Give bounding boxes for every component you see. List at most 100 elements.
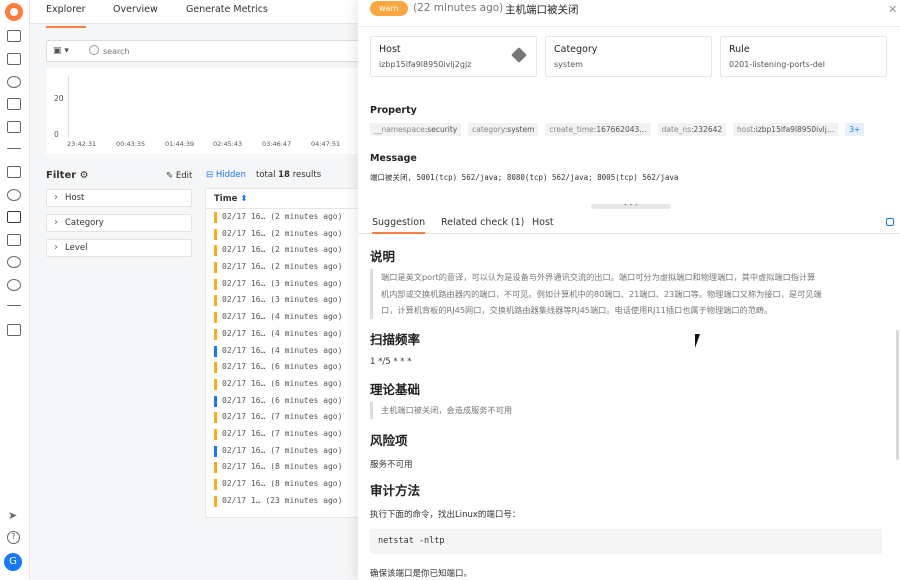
table-row[interactable]: 02/17 16… (4 minutes ago) — [206, 343, 360, 360]
table-row[interactable]: 02/17 16… (7 minutes ago) — [206, 426, 360, 443]
row-time-ago: (8 minutes ago) — [270, 479, 343, 488]
table-row[interactable]: 02/17 16… (3 minutes ago) — [206, 276, 360, 293]
security-shield-icon[interactable] — [7, 211, 21, 223]
heading-audit: 审计方法 — [370, 483, 421, 498]
list-icon[interactable] — [7, 148, 21, 149]
level-indicator — [214, 312, 217, 324]
log-search-icon[interactable] — [7, 121, 21, 133]
close-icon[interactable]: ✕ — [888, 3, 897, 16]
table-row[interactable]: 02/17 16… (2 minutes ago) — [206, 226, 360, 243]
table-row[interactable]: 02/17 16… (6 minutes ago) — [206, 393, 360, 410]
table-row[interactable]: 02/17 16… (2 minutes ago) — [206, 209, 360, 226]
level-indicator — [214, 262, 217, 274]
property-chip[interactable]: create_time:167662043… — [545, 123, 651, 136]
property-chip[interactable]: category:system — [468, 123, 539, 136]
table-row[interactable]: 02/17 16… (3 minutes ago) — [206, 292, 360, 309]
freq-text: 1 */5 * * * — [370, 357, 412, 367]
host-card[interactable]: Host izbp15lfa9l8950ivlj2gjz — [370, 36, 537, 77]
card-value: izbp15lfa9l8950ivlj2gjz — [379, 60, 472, 69]
tab-explorer[interactable]: Explorer — [46, 4, 86, 28]
level-indicator — [214, 479, 217, 490]
command-block[interactable]: netstat -nltp — [370, 529, 882, 554]
row-time-ago: (7 minutes ago) — [270, 445, 343, 455]
help-icon[interactable]: ? — [7, 531, 20, 544]
message-text: 端口被关闭, 5001(tcp) 562/java; 8080(tcp) 562… — [370, 173, 679, 182]
table-row[interactable]: 02/17 16… (8 minutes ago) — [206, 459, 360, 476]
table-row[interactable]: 02/17 16… (8 minutes ago) — [206, 476, 360, 493]
dashboard-icon[interactable] — [7, 30, 21, 42]
result-total: total 18 results — [256, 170, 322, 180]
metrics-icon[interactable] — [7, 98, 21, 110]
filter-edit-button[interactable]: ✎ Edit — [166, 171, 192, 181]
property-chips: __namespace:security category:system cre… — [370, 123, 890, 137]
row-time: 02/17 16… — [222, 312, 266, 322]
row-time: 02/17 16… — [222, 245, 266, 255]
facet-category[interactable]: Category — [46, 214, 192, 232]
level-indicator — [214, 328, 217, 340]
row-time-ago: (2 minutes ago) — [270, 228, 343, 238]
filter-title: Filter ⚙ — [46, 170, 89, 181]
table-row[interactable]: 02/17 16… (2 minutes ago) — [206, 259, 360, 276]
table-row[interactable]: 02/17 16… (2 minutes ago) — [206, 242, 360, 259]
search-input[interactable] — [103, 44, 353, 58]
table-row[interactable]: 02/17 16… (7 minutes ago) — [206, 443, 360, 460]
scrollbar[interactable] — [896, 330, 899, 460]
facet-level[interactable]: Level — [46, 239, 192, 257]
x-tick-label: 02:45:43 — [213, 140, 243, 148]
facet-host[interactable]: Host — [46, 189, 192, 207]
property-title: Property — [370, 105, 417, 116]
row-time-ago: (23 minutes ago) — [265, 495, 343, 505]
topology-icon[interactable] — [7, 76, 21, 88]
user-avatar[interactable]: G — [4, 553, 22, 571]
search-bar: ▣ ▾ — [46, 40, 360, 62]
row-time: 02/17 16… — [222, 345, 266, 355]
card-value: 0201-listening-ports-del — [729, 60, 825, 69]
filter-settings-icon[interactable]: ⚙ — [80, 170, 89, 181]
row-time-ago: (4 minutes ago) — [270, 328, 343, 338]
row-time-ago: (6 minutes ago) — [270, 395, 343, 405]
row-time: 02/17 16… — [222, 295, 266, 305]
x-tick-label: 23:42:31 — [67, 140, 97, 148]
tab-overview[interactable]: Overview — [113, 4, 158, 15]
compass-icon[interactable] — [7, 189, 21, 201]
level-indicator — [214, 212, 217, 223]
property-chip[interactable]: date_ns:232642 — [657, 123, 727, 136]
apps-grid-icon[interactable] — [7, 166, 21, 178]
tab-generate-metrics[interactable]: Generate Metrics — [186, 4, 268, 15]
table-row[interactable]: 02/17 16… (6 minutes ago) — [206, 359, 360, 376]
hexagon-icon[interactable] — [7, 279, 21, 291]
sort-desc-icon[interactable]: ⬍ — [240, 194, 247, 204]
index-select-chevron-icon[interactable]: ▣ ▾ — [53, 46, 69, 56]
desc-quote: 端口是英文port的意译，可以认为是设备与外界通讯交流的出口。端口可分为虚拟端口… — [370, 269, 882, 319]
more-properties-button[interactable]: 3+ — [845, 123, 865, 136]
row-time-ago: (8 minutes ago) — [270, 462, 343, 472]
event-time-ago: (22 minutes ago) — [413, 2, 504, 14]
database-icon[interactable] — [7, 234, 21, 246]
calendar-icon[interactable] — [7, 53, 21, 65]
level-indicator — [214, 445, 217, 457]
table-row[interactable]: 02/17 16… (4 minutes ago) — [206, 309, 360, 326]
table-row[interactable]: 02/17 16… (4 minutes ago) — [206, 326, 360, 343]
hidden-columns-button[interactable]: ⊟ Hidden — [206, 170, 246, 180]
x-tick-label: 01:44:39 — [165, 140, 195, 148]
row-time: 02/17 16… — [222, 428, 266, 438]
card-value: system — [554, 60, 583, 69]
row-time-ago: (7 minutes ago) — [270, 412, 343, 422]
monitor-icon[interactable] — [7, 256, 21, 268]
collapse-icon[interactable] — [886, 218, 894, 226]
tab-suggestion[interactable]: Suggestion — [372, 217, 426, 234]
x-tick-label: 00:43:35 — [116, 140, 146, 148]
property-chip[interactable]: __namespace:security — [370, 123, 462, 136]
settings-sliders-icon[interactable] — [7, 305, 21, 306]
table-row[interactable]: 02/17 16… (6 minutes ago) — [206, 376, 360, 393]
time-column-header[interactable]: Time ⬍ — [206, 189, 360, 209]
send-feedback-icon[interactable]: ➤ — [8, 509, 17, 522]
table-row[interactable]: 02/17 1… (23 minutes ago) — [206, 493, 360, 510]
app-logo-icon[interactable] — [5, 3, 23, 21]
property-chip[interactable]: host:izbp15lfa9l8950ivlj… — [733, 123, 839, 136]
tab-related-check[interactable]: Related check (1) — [441, 217, 524, 228]
table-row[interactable]: 02/17 16… (7 minutes ago) — [206, 409, 360, 426]
tab-host[interactable]: Host — [532, 217, 554, 228]
card-label: Rule — [729, 44, 750, 55]
billing-icon[interactable] — [7, 324, 21, 336]
